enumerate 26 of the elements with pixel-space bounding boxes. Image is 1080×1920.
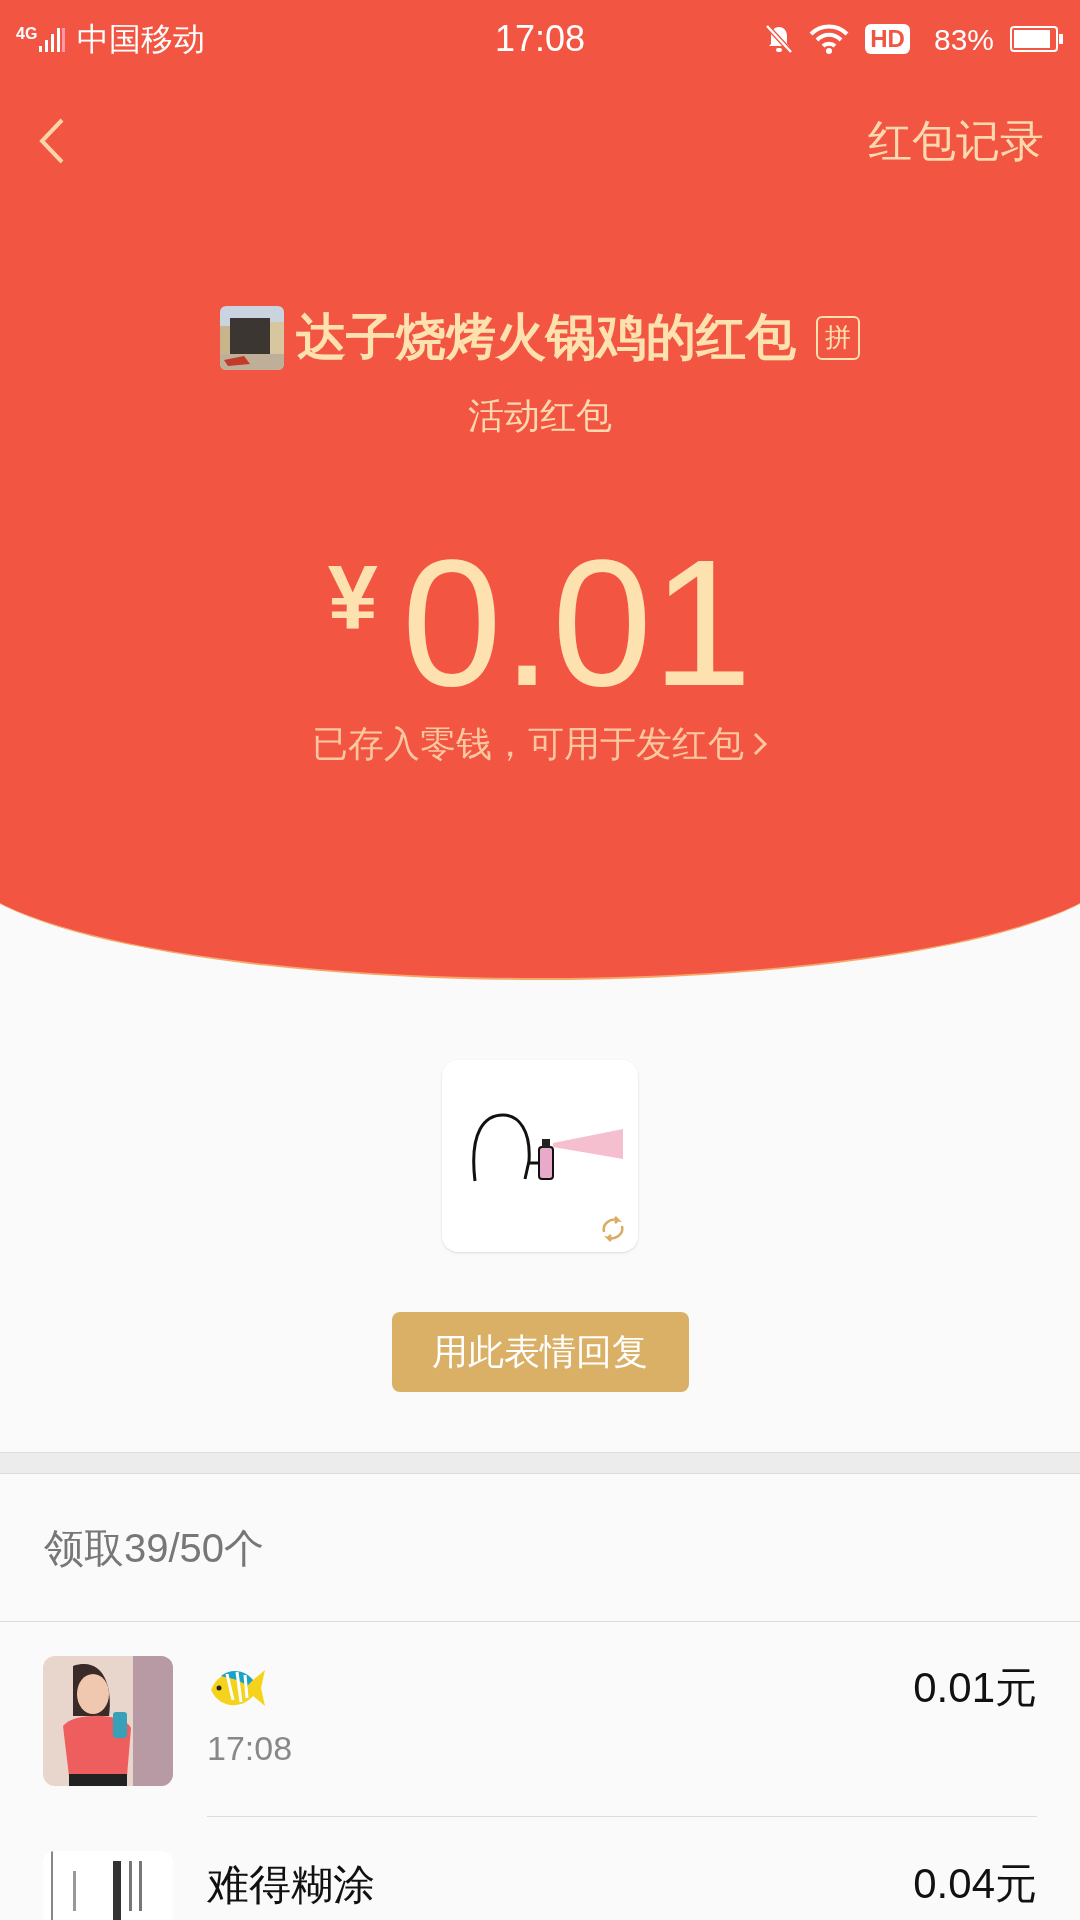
battery-percent: 83% [933,21,994,58]
claimed-count: 领取39/50个 [44,1524,265,1572]
amount-value: 0.01 [401,533,753,713]
sticker-card[interactable] [442,1060,638,1252]
wifi-icon [809,24,850,54]
network-type: 4G [16,26,38,42]
recipient-row[interactable]: 难得糊涂 0.04元 [0,1817,1080,1920]
chevron-right-icon [752,731,768,757]
received-amount: 0.01元 [913,1663,1037,1713]
received-amount: 0.04元 [913,1859,1037,1909]
hd-badge: HD [865,24,910,54]
battery-icon [1010,26,1064,52]
wallet-note-link[interactable]: 已存入零钱，可用于发红包 [312,717,768,771]
packet-type: 活动红包 [468,394,612,438]
signal-icon [39,26,66,52]
reply-with-sticker-button[interactable]: 用此表情回复 [391,1312,689,1392]
group-badge: 拼 [816,315,860,360]
clock-time: 17:08 [494,17,586,61]
muted-bell-icon [765,24,794,54]
records-link[interactable]: 红包记录 [868,108,1044,174]
recipient-name: 难得糊涂 [207,1860,375,1910]
recipient-row[interactable]: 0.01元 17:08 [0,1622,1080,1817]
currency-symbol: ¥ [327,553,378,643]
received-time: 17:08 [207,1728,294,1769]
sender-title: 达子烧烤火锅鸡的红包 [296,308,796,367]
carrier-name: 中国移动 [77,20,206,59]
